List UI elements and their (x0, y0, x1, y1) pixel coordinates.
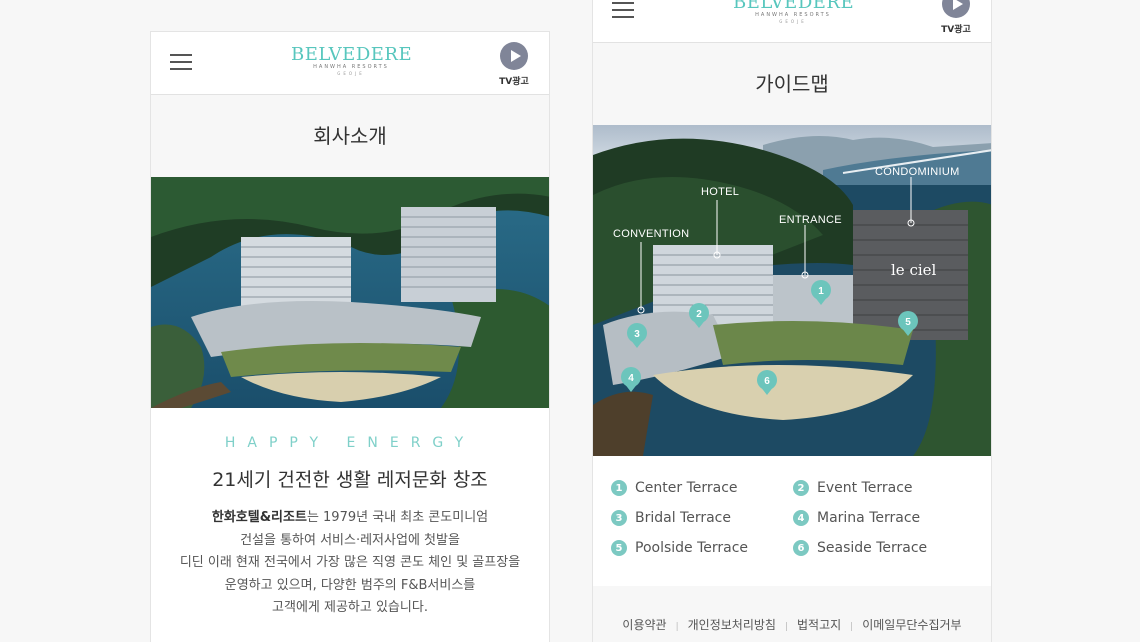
legend-number-badge: 5 (611, 540, 627, 556)
footer-link-terms[interactable]: 이용약관 (622, 618, 666, 632)
legend-label: Bridal Terrace (635, 510, 731, 526)
legend-number-badge: 3 (611, 510, 627, 526)
desc-line-1: 한화호텔&리조트는 1979년 국내 최초 콘도미니엄 (211, 510, 489, 525)
footer: 이용약관 | 개인정보처리방침 | 법적고지 | 이메일무단수집거부 (593, 586, 991, 642)
tv-ad-label: TV광고 (499, 77, 529, 87)
page-title: 가이드맵 (593, 43, 991, 125)
desc-line-3: 디딘 이래 현재 전국에서 가장 많은 직영 콘도 체인 및 골프장을 (179, 555, 521, 570)
tv-ad-label: TV광고 (941, 25, 971, 35)
convention-label: CONVENTION (613, 228, 689, 240)
company-name: 한화호텔&리조트 (211, 510, 307, 525)
guide-map-panel: BELVEDERE HANWHA RESORTS GEOJE TV광고 가이드맵 (592, 0, 992, 642)
svg-text:3: 3 (634, 329, 640, 340)
legend-number-badge: 6 (793, 540, 809, 556)
menu-icon[interactable] (612, 2, 634, 18)
svg-text:4: 4 (628, 373, 634, 384)
company-intro-panel: BELVEDERE HANWHA RESORTS GEOJE TV광고 회사소개 (150, 31, 550, 642)
logo-sub: HANWHA RESORTS (313, 64, 389, 70)
legend-label: Seaside Terrace (817, 540, 928, 556)
logo-sub: HANWHA RESORTS (755, 12, 831, 18)
headline: 21세기 건전한 생활 레저문화 창조 (212, 469, 488, 491)
legend-item-marina-terrace[interactable]: 4 Marina Terrace (793, 510, 920, 526)
svg-text:2: 2 (696, 309, 702, 320)
legend-number-badge: 1 (611, 480, 627, 496)
logo-sub2: GEOJE (337, 71, 365, 76)
legend-number-badge: 2 (793, 480, 809, 496)
le-ciel-label: le ciel (891, 261, 937, 279)
footer-links: 이용약관 | 개인정보처리방침 | 법적고지 | 이메일무단수집거부 (593, 616, 991, 633)
footer-separator: | (784, 622, 788, 632)
desc-line-2: 건설을 통하여 서비스·레저사업에 첫발을 (240, 532, 460, 548)
legend-label: Center Terrace (635, 480, 738, 496)
hotel-label: HOTEL (701, 186, 739, 198)
desc-line-4: 운영하고 있으며, 다양한 범주의 F&B서비스를 (224, 577, 476, 593)
footer-separator: | (675, 622, 679, 632)
play-icon (942, 0, 970, 18)
svg-text:6: 6 (764, 376, 770, 387)
logo-text: BELVEDERE (733, 0, 855, 13)
logo-text: BELVEDERE (291, 44, 413, 65)
entrance-label: ENTRANCE (779, 214, 842, 226)
footer-separator: | (850, 622, 854, 632)
svg-text:5: 5 (905, 317, 911, 328)
legend-label: Event Terrace (817, 480, 913, 496)
tv-ad-button[interactable]: TV광고 (936, 0, 976, 35)
menu-icon[interactable] (170, 54, 192, 70)
legend-label: Marina Terrace (817, 510, 921, 526)
guide-map-image: HOTEL CONDOMINIUM ENTRANCE CONVENTION le… (593, 125, 991, 456)
footer-link-legal[interactable]: 법적고지 (797, 618, 841, 632)
condominium-label: CONDOMINIUM (875, 166, 960, 178)
header: BELVEDERE HANWHA RESORTS GEOJE TV광고 (593, 0, 991, 43)
brand-logo[interactable]: BELVEDERE HANWHA RESORTS GEOJE (733, 0, 855, 25)
logo-sub2: GEOJE (779, 19, 807, 24)
desc-line-5: 고객에게 제공하고 있습니다. (272, 600, 428, 615)
legend-item-seaside-terrace[interactable]: 6 Seaside Terrace (793, 540, 927, 556)
legend-item-center-terrace[interactable]: 1 Center Terrace (611, 480, 738, 496)
company-description: 한화호텔&리조트는 1979년 국내 최초 콘도미니엄 건설을 통하여 서비스·… (161, 507, 539, 620)
legend-label: Poolside Terrace (635, 540, 749, 556)
brand-logo[interactable]: BELVEDERE HANWHA RESORTS GEOJE (291, 44, 413, 77)
footer-link-privacy[interactable]: 개인정보처리방침 (688, 618, 776, 632)
tagline: HAPPY ENERGY (224, 435, 476, 451)
legend-item-bridal-terrace[interactable]: 3 Bridal Terrace (611, 510, 731, 526)
tv-ad-button[interactable]: TV광고 (494, 42, 534, 87)
footer-link-email-refusal[interactable]: 이메일무단수집거부 (862, 618, 961, 632)
legend-item-poolside-terrace[interactable]: 5 Poolside Terrace (611, 540, 748, 556)
header: BELVEDERE HANWHA RESORTS GEOJE TV광고 (151, 32, 549, 95)
play-icon (500, 42, 528, 70)
page-title: 회사소개 (151, 95, 549, 177)
resort-aerial-photo (151, 177, 549, 408)
svg-text:1: 1 (818, 286, 824, 297)
legend-number-badge: 4 (793, 510, 809, 526)
legend-item-event-terrace[interactable]: 2 Event Terrace (793, 480, 913, 496)
